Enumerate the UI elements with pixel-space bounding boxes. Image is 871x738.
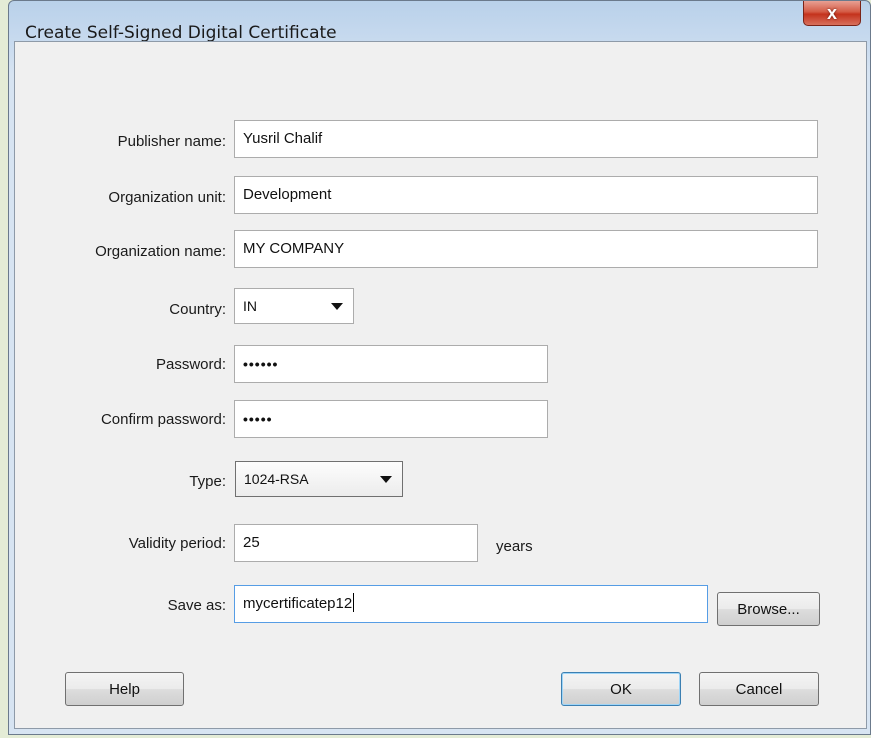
cancel-button[interactable]: Cancel [699, 672, 819, 706]
organization-unit-label: Organization unit: [108, 189, 226, 206]
country-select[interactable]: IN [234, 288, 354, 324]
help-button[interactable]: Help [65, 672, 184, 706]
save-as-value: mycertificatep12 [243, 595, 353, 612]
chevron-down-icon [380, 476, 392, 483]
chevron-down-icon [331, 303, 343, 310]
type-label: Type: [189, 473, 226, 490]
validity-unit-label: years [496, 538, 533, 555]
close-icon: x [826, 3, 837, 23]
password-label: Password: [155, 356, 226, 373]
title-bar[interactable]: Create Self-Signed Digital Certificate x [9, 1, 870, 43]
type-value: 1024-RSA [244, 471, 309, 487]
organization-unit-input[interactable]: Development [234, 176, 818, 214]
type-select[interactable]: 1024-RSA [235, 461, 403, 497]
ok-button[interactable]: OK [561, 672, 681, 706]
dialog-title: Create Self-Signed Digital Certificate [25, 23, 337, 43]
confirm-password-label: Confirm password: [100, 411, 226, 428]
save-as-label: Save as: [167, 597, 226, 614]
password-input[interactable]: •••••• [234, 345, 548, 383]
dialog-window: Create Self-Signed Digital Certificate x… [8, 0, 871, 735]
dialog-body: Publisher name: Yusril Chalif Organizati… [14, 41, 867, 729]
confirm-password-input[interactable]: ••••• [234, 400, 548, 438]
publisher-name-input[interactable]: Yusril Chalif [234, 120, 818, 158]
organization-name-label: Organization name: [95, 243, 226, 260]
validity-period-input[interactable]: 25 [234, 524, 478, 562]
close-button[interactable]: x [803, 1, 861, 26]
country-label: Country: [169, 301, 226, 318]
country-value: IN [243, 298, 257, 314]
validity-period-label: Validity period: [128, 535, 226, 552]
browse-button[interactable]: Browse... [717, 592, 820, 626]
organization-name-input[interactable]: MY COMPANY [234, 230, 818, 268]
text-cursor [353, 593, 355, 612]
save-as-input[interactable]: mycertificatep12 [234, 585, 708, 623]
publisher-name-label: Publisher name: [117, 133, 226, 150]
